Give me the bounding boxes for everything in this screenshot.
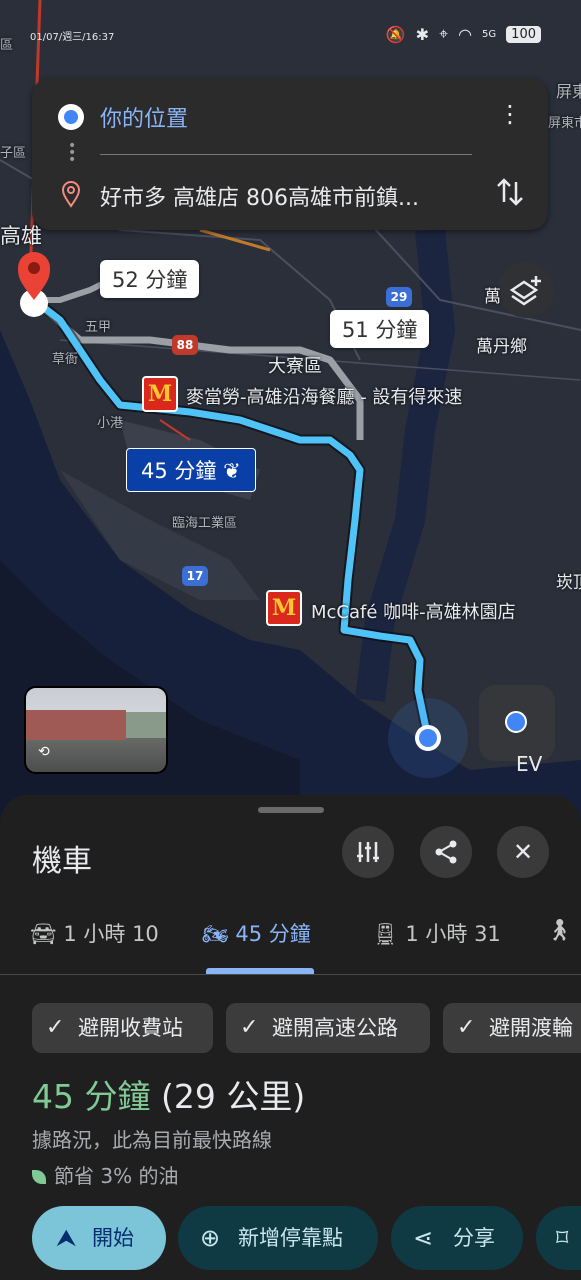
location-icon: ⌖ bbox=[439, 24, 449, 43]
map-label-daliao: 大寮區 bbox=[268, 356, 322, 377]
destination-field[interactable]: 好市多 高雄店 806高雄市前鎮... bbox=[100, 180, 470, 212]
share-button-label: 分享 bbox=[453, 1226, 495, 1250]
map-label-wujia: 五甲 bbox=[85, 320, 112, 335]
share-icon: ⋖ bbox=[413, 1224, 434, 1252]
network-label: 5G bbox=[482, 28, 497, 40]
traffic-note: 據路況，此為目前最快路線 bbox=[32, 1128, 272, 1152]
route-distance: (29 公里) bbox=[160, 1077, 306, 1116]
road-shield-29: 29 bbox=[386, 287, 412, 307]
route-options-button[interactable] bbox=[342, 826, 394, 878]
share-route-button[interactable] bbox=[420, 826, 472, 878]
map-label-xiaogang: 小港 bbox=[97, 416, 124, 431]
route-bubble-selected-label: 45 分鐘 bbox=[141, 459, 217, 483]
more-options-button[interactable]: ⋮ bbox=[495, 100, 525, 134]
leaf-icon bbox=[32, 1170, 46, 1184]
wifi-icon: ◠ bbox=[458, 24, 473, 44]
eco-leaf-icon: ❦ bbox=[223, 459, 241, 483]
tab-car-label: 1 小時 10 bbox=[63, 922, 159, 946]
add-stop-button[interactable]: ⊕ 新增停靠點 bbox=[178, 1206, 378, 1270]
share-icon bbox=[435, 840, 457, 864]
route-card-divider bbox=[100, 154, 472, 155]
chip-avoid-tolls[interactable]: ✓ 避開收費站 bbox=[32, 1003, 213, 1053]
add-location-icon: ⊕ bbox=[200, 1224, 221, 1252]
walk-icon: 🚶︎ bbox=[546, 918, 573, 942]
map-label-zone2: 子區 bbox=[0, 146, 27, 161]
motorcycle-icon: 🏍︎ bbox=[202, 922, 229, 946]
street-view-thumbnail[interactable]: ⟲ bbox=[24, 686, 168, 774]
sheet-drag-handle[interactable] bbox=[258, 807, 324, 813]
poi-mccafe-linyuan[interactable]: McCafé 咖啡-高雄林園店 bbox=[311, 598, 516, 624]
check-icon: ✓ bbox=[240, 1015, 259, 1040]
route-bubble-alt2[interactable]: 51 分鐘 bbox=[330, 310, 430, 348]
map-label-side: 萬 bbox=[484, 287, 501, 307]
street-view-tree bbox=[126, 712, 166, 738]
bookmark-icon: ⌑ bbox=[556, 1224, 569, 1252]
tab-motorcycle-label: 45 分鐘 bbox=[235, 922, 311, 946]
navigation-arrow-icon: ⮝ bbox=[56, 1224, 77, 1252]
check-icon: ✓ bbox=[46, 1015, 65, 1040]
map-label-pingdong-city: 屏東市 bbox=[548, 116, 581, 131]
train-icon: 🚆︎ bbox=[372, 922, 399, 946]
close-button[interactable]: ✕ bbox=[497, 826, 549, 878]
start-button[interactable]: ⮝ 開始 bbox=[32, 1206, 166, 1270]
swap-directions-button[interactable] bbox=[490, 172, 530, 212]
tab-transit-label: 1 小時 31 bbox=[405, 922, 501, 946]
chip-avoid-highways[interactable]: ✓ 避開高速公路 bbox=[226, 1003, 430, 1053]
road-shield-17: 17 bbox=[182, 566, 208, 586]
map-label-pingdong: 屏東 bbox=[556, 82, 581, 101]
chip-avoid-ferries-label: 避開渡輪 bbox=[489, 1016, 573, 1040]
add-stop-button-label: 新增停靠點 bbox=[238, 1226, 343, 1250]
connector-dots: • • • bbox=[68, 138, 77, 168]
tab-transit[interactable]: 🚆︎ 1 小時 31 bbox=[372, 918, 501, 948]
status-time: 01/07/週三/16:37 bbox=[30, 32, 115, 43]
layers-icon bbox=[509, 276, 541, 306]
map-label-kuan: 崁頂 bbox=[556, 573, 581, 593]
battery-icon: 100 bbox=[506, 25, 541, 43]
start-button-label: 開始 bbox=[92, 1226, 134, 1250]
tune-icon bbox=[357, 842, 379, 862]
status-bar: 01/07/週三/16:37 🔕 ✱ ⌖ ◠ 5G 100 bbox=[0, 0, 581, 70]
street-view-rotate-icon: ⟲ bbox=[38, 744, 50, 760]
map-label-caoya: 草衙 bbox=[52, 352, 79, 367]
map-label-wandan: 萬丹鄉 bbox=[476, 337, 527, 357]
road-shield-88: 88 bbox=[172, 335, 198, 355]
route-summary: 45 分鐘 (29 公里) bbox=[32, 1070, 305, 1118]
mute-icon: 🔕 bbox=[385, 24, 406, 44]
mcdonalds-icon[interactable]: M bbox=[142, 376, 178, 412]
share-button[interactable]: ⋖ 分享 bbox=[391, 1206, 523, 1270]
mcdonalds-icon[interactable]: M bbox=[266, 590, 302, 626]
map-label-zone: 區 bbox=[0, 38, 14, 53]
route-bubble-selected[interactable]: 45 分鐘 ❦ bbox=[126, 448, 256, 492]
chip-avoid-ferries[interactable]: ✓ 避開渡輪 bbox=[443, 1003, 581, 1053]
my-location-button[interactable] bbox=[479, 685, 555, 761]
close-icon: ✕ bbox=[512, 838, 534, 866]
tab-divider bbox=[0, 974, 581, 975]
origin-field[interactable]: 你的位置 bbox=[100, 101, 188, 133]
street-view-building bbox=[26, 710, 126, 740]
fuel-note-text: 節省 3% 的油 bbox=[54, 1164, 179, 1188]
check-icon: ✓ bbox=[457, 1015, 476, 1040]
map-view[interactable]: 01/07/週三/16:37 🔕 ✱ ⌖ ◠ 5G 100 區 子區 屏東 屏東… bbox=[0, 0, 581, 820]
tab-car[interactable]: 🚘︎ 1 小時 10 bbox=[30, 918, 159, 948]
chip-avoid-highways-label: 避開高速公路 bbox=[272, 1016, 398, 1040]
your-location-icon bbox=[58, 104, 84, 130]
tab-walk[interactable]: 🚶︎ bbox=[546, 918, 573, 943]
car-icon: 🚘︎ bbox=[30, 922, 57, 946]
chip-avoid-tolls-label: 避開收費站 bbox=[78, 1016, 183, 1040]
route-bubble-alt1[interactable]: 52 分鐘 bbox=[100, 260, 200, 298]
bluetooth-icon: ✱ bbox=[415, 24, 430, 44]
destination-pin-icon bbox=[61, 181, 81, 208]
layers-button[interactable] bbox=[498, 262, 554, 318]
travel-mode-title: 機車 bbox=[32, 844, 92, 879]
map-label-linhai: 臨海工業區 bbox=[172, 516, 238, 531]
status-icons: 🔕 ✱ ⌖ ◠ 5G 100 bbox=[386, 24, 541, 44]
route-duration: 45 分鐘 bbox=[32, 1077, 151, 1116]
ev-charging-label[interactable]: EV bbox=[516, 752, 542, 776]
poi-mcd-coastal[interactable]: 麥當勞-高雄沿海餐廳 - 設有得來速 bbox=[186, 383, 462, 409]
fuel-note: 節省 3% 的油 bbox=[32, 1160, 178, 1189]
map-label-kaohsiung: 高雄 bbox=[0, 224, 42, 248]
tab-motorcycle[interactable]: 🏍︎ 45 分鐘 bbox=[202, 918, 311, 948]
